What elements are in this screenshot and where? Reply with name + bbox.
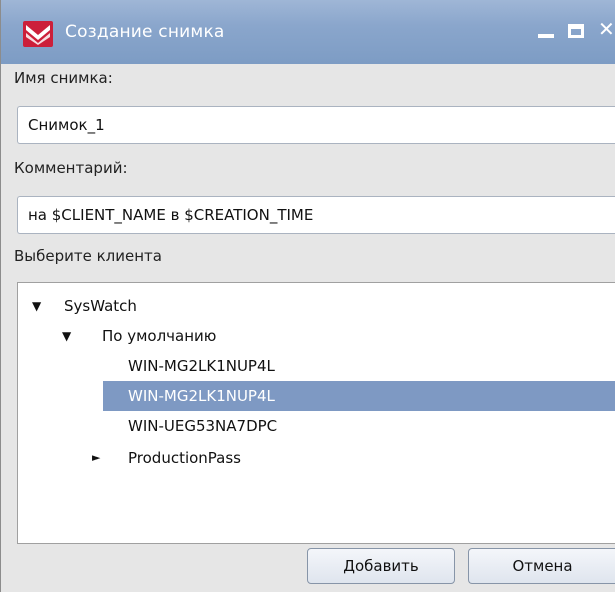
tree-item-default-group[interactable]: ▼ По умолчанию: [18, 321, 615, 351]
snapshot-dialog: Создание снимка ✕ Имя снимка: Комментари…: [0, 0, 615, 592]
client-select-label: Выберите клиента: [14, 247, 162, 265]
minimize-button[interactable]: [538, 20, 554, 40]
title-bar[interactable]: Создание снимка ✕: [1, 0, 615, 64]
client-tree[interactable]: ▼ SysWatch ▼ По умолчанию WIN-MG2LK1NUP4…: [17, 282, 615, 544]
snapshot-name-label: Имя снимка:: [14, 69, 113, 87]
tree-item-label: WIN-MG2LK1NUP4L: [128, 387, 275, 405]
tree-item-syswatch[interactable]: ▼ SysWatch: [18, 291, 615, 321]
tree-item-client-selected[interactable]: WIN-MG2LK1NUP4L: [103, 381, 615, 411]
add-button[interactable]: Добавить: [307, 548, 455, 584]
tree-item-label: По умолчанию: [102, 327, 217, 345]
app-logo-icon: [23, 21, 53, 47]
cancel-button[interactable]: Отмена: [468, 548, 615, 584]
tree-item-client[interactable]: WIN-MG2LK1NUP4L: [18, 351, 615, 381]
tree-item-client[interactable]: WIN-UEG53NA7DPC: [18, 411, 615, 441]
snapshot-name-input[interactable]: [17, 106, 615, 144]
comment-label: Комментарий:: [14, 159, 128, 177]
tree-item-label: SysWatch: [64, 297, 137, 315]
window-title: Создание снимка: [65, 22, 225, 42]
tree-item-label: WIN-UEG53NA7DPC: [128, 417, 278, 435]
collapsed-arrow-icon[interactable]: ►: [92, 443, 100, 473]
tree-item-label: WIN-MG2LK1NUP4L: [128, 357, 275, 375]
maximize-button[interactable]: [568, 24, 584, 38]
expand-arrow-icon[interactable]: ▼: [32, 291, 41, 321]
expand-arrow-icon[interactable]: ▼: [62, 321, 71, 351]
close-button[interactable]: ✕: [598, 19, 615, 39]
tree-item-productionpass[interactable]: ► ProductionPass: [18, 443, 615, 473]
comment-input[interactable]: [17, 196, 615, 234]
tree-item-label: ProductionPass: [128, 449, 241, 467]
